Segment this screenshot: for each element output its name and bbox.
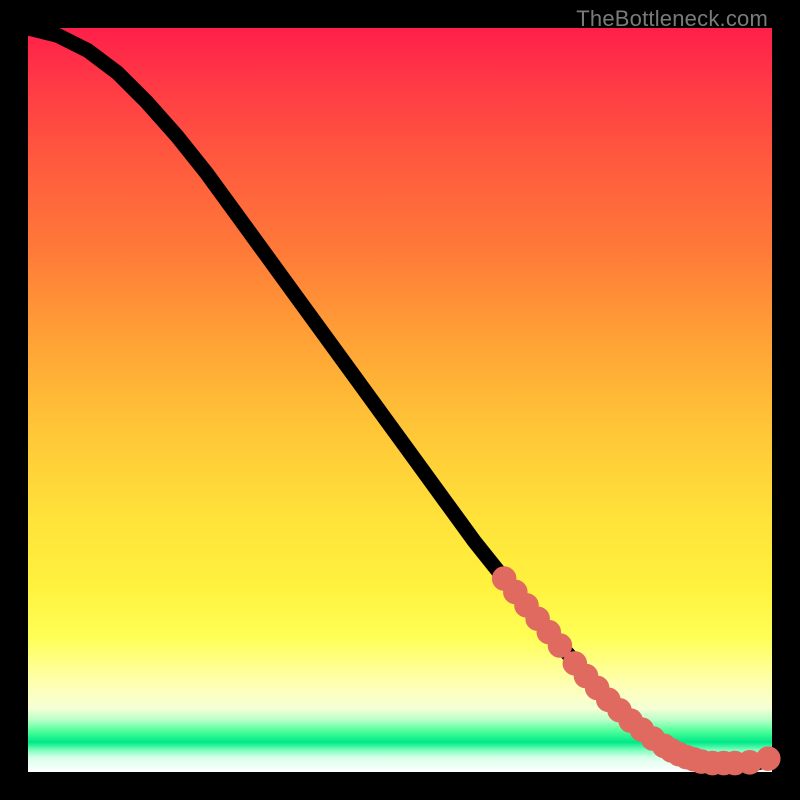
data-markers [496, 570, 777, 772]
chart-overlay [28, 28, 772, 772]
data-curve [28, 28, 772, 765]
data-marker [760, 750, 777, 767]
chart-stage: TheBottleneck.com [0, 0, 800, 800]
data-marker [741, 754, 758, 771]
data-marker [551, 637, 568, 654]
